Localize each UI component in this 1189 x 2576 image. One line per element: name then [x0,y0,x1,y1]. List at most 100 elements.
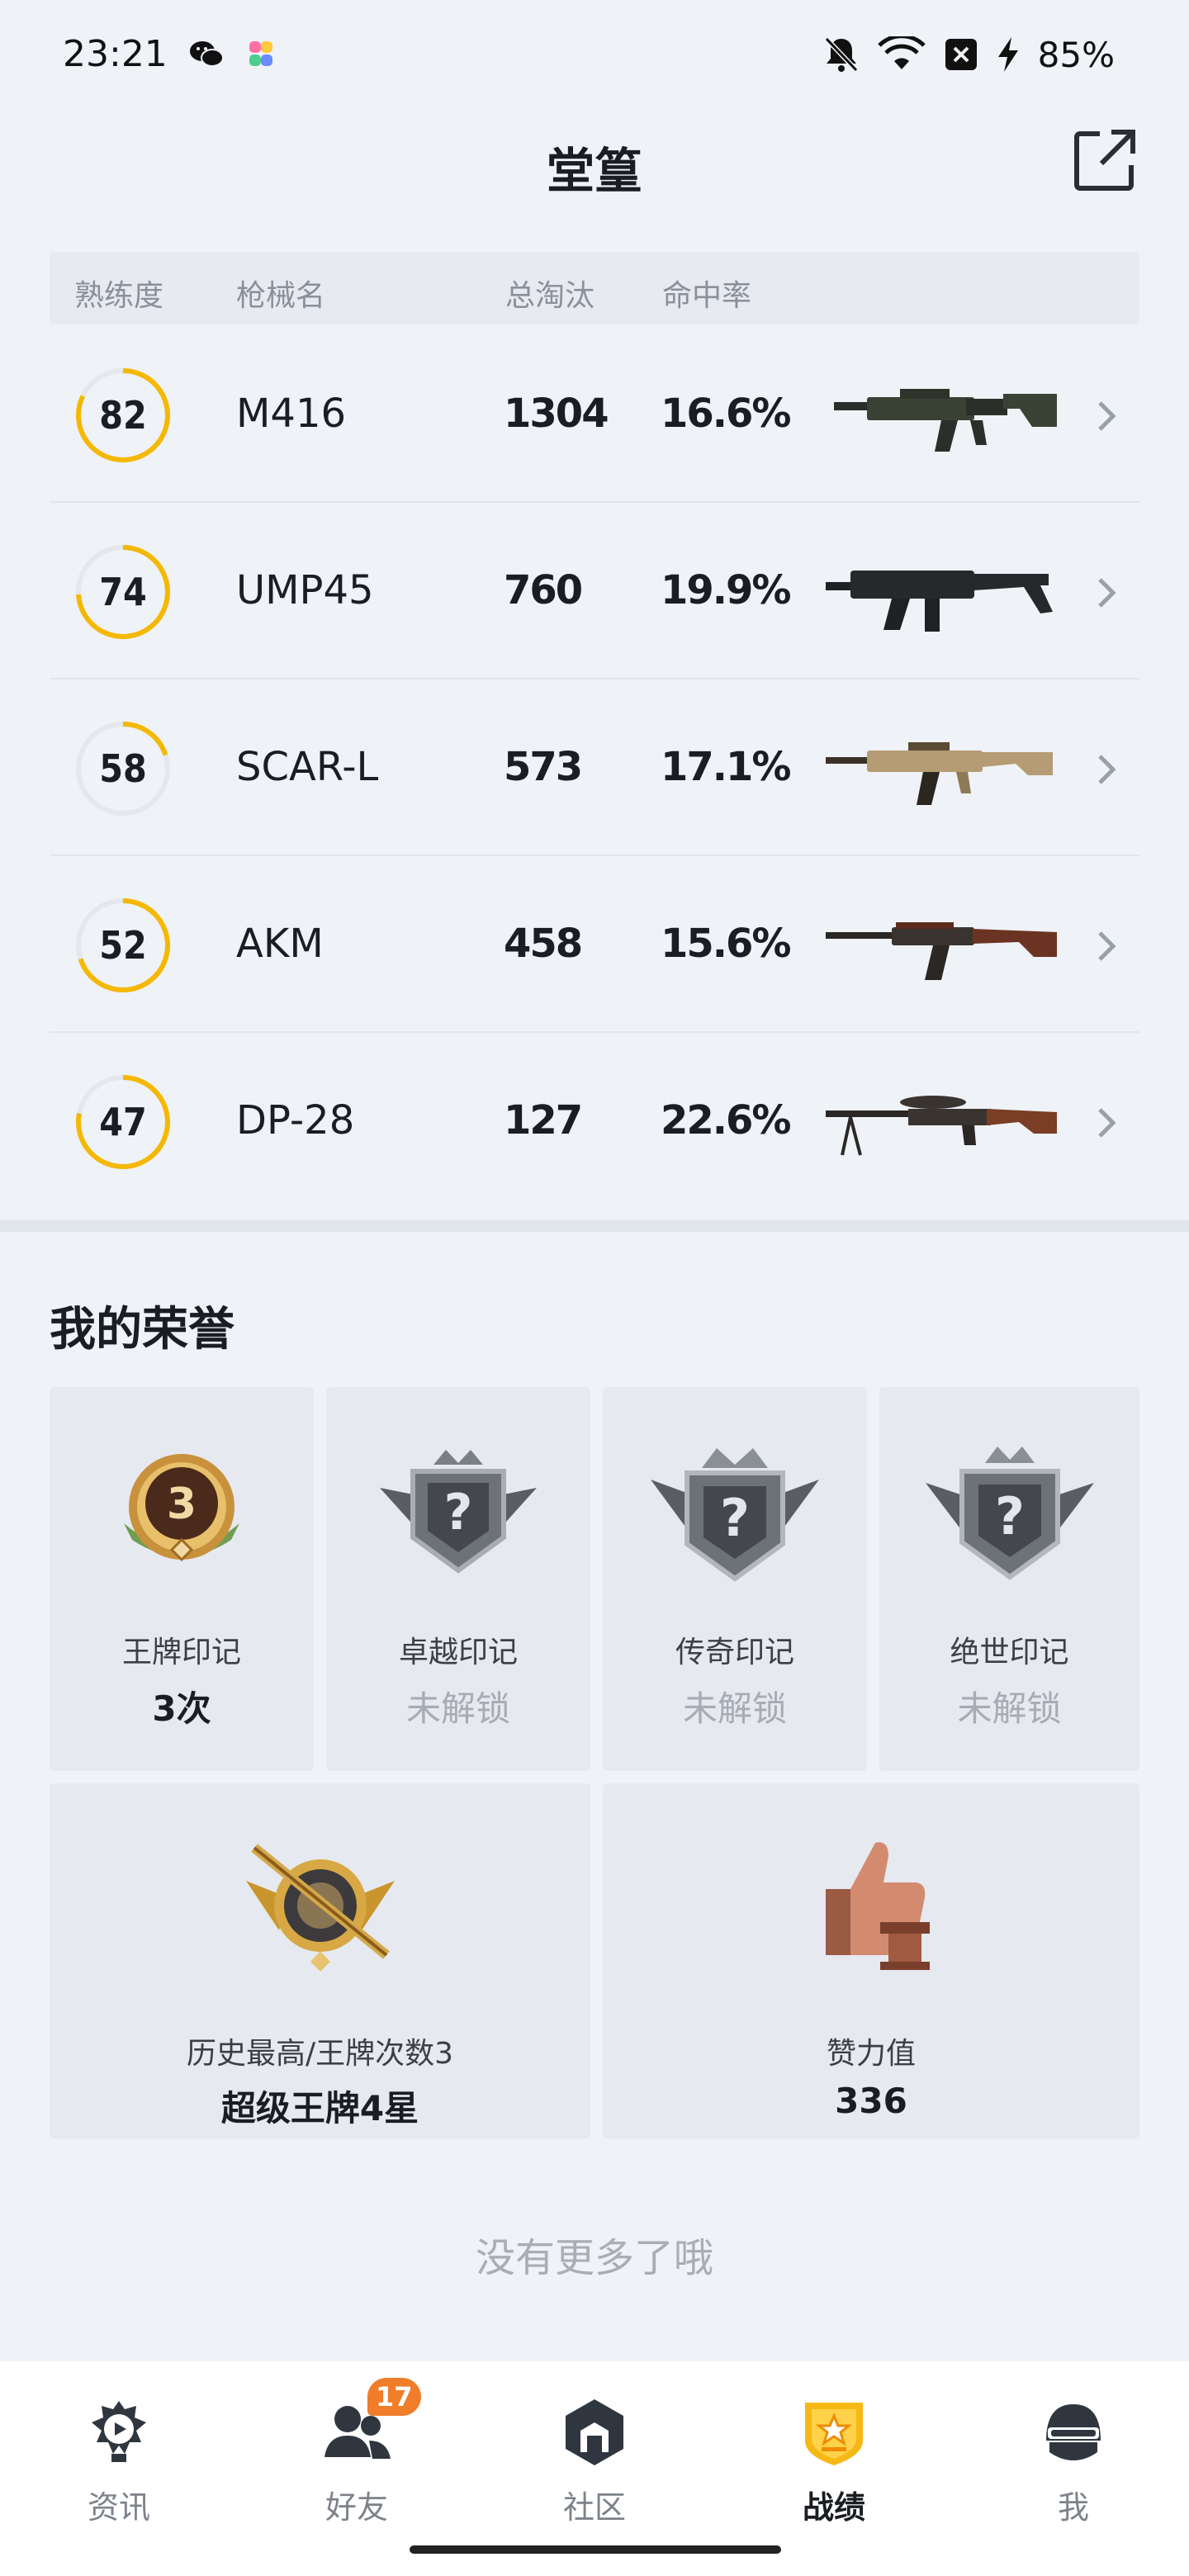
likes-card[interactable]: 赞力值 336 [603,1783,1139,2138]
weapon-hit-rate: 17.1% [661,744,792,790]
weapon-hit-rate: 19.9% [661,567,792,613]
dp28-lmg-image [826,1096,1057,1156]
wechat-icon [190,41,224,67]
highest-rank-card[interactable]: 历史最高/王牌次数3 超级王牌4星 [50,1783,590,2138]
honor-name: 赞力值 [826,2037,916,2071]
mastery-value: 58 [99,746,147,791]
honor-value: 336 [835,2081,907,2121]
stats-badge-icon [805,2403,863,2465]
honor-name: 传奇印记 [675,1636,794,1669]
weapon-kills: 127 [504,1097,583,1144]
status-time: 23:21 [63,33,168,75]
ace-mark-card[interactable]: 3 王牌印记 3次 [50,1387,314,1771]
tab-stats[interactable]: 战绩 [751,2378,917,2526]
weapon-list: 82 M416 1304 16.6% 74 UMP45 760 19.9% 58… [50,326,1139,1210]
legend-mark-card[interactable]: ? 传奇印记 未解锁 [603,1387,867,1771]
weapon-name: M416 [236,391,347,437]
weapon-row[interactable]: 74 UMP45 760 19.9% [50,503,1139,680]
weapon-row[interactable]: 82 M416 1304 16.6% [50,326,1139,503]
weapon-name: AKM [236,921,324,967]
column-total-kills: 总淘汰 [505,279,595,313]
svg-text:?: ? [720,1488,750,1548]
weapon-hit-rate: 16.6% [661,391,792,437]
honor-name: 卓越印记 [398,1636,518,1669]
tab-label: 社区 [562,2489,626,2526]
mastery-value: 74 [99,570,147,614]
weapon-row[interactable]: 47 DP-28 127 22.6% [50,1033,1139,1210]
page-title: 堂篁 [546,143,642,199]
share-external-icon[interactable] [1070,125,1139,195]
news-icon [92,2401,146,2462]
tab-label: 好友 [324,2489,388,2526]
mastery-value: 47 [99,1100,147,1144]
peerless-mark-card[interactable]: ? 绝世印记 未解锁 [879,1387,1139,1771]
tab-label: 资讯 [87,2489,150,2526]
honor-value: 未解锁 [957,1688,1062,1729]
status-icons: 85% [823,31,1115,78]
column-hit-rate: 命中率 [662,279,752,313]
sim-icon [945,39,977,70]
community-icon [566,2399,623,2465]
honor-name: 绝世印记 [950,1636,1069,1669]
battery-percent: 85% [1037,34,1115,75]
no-more-text: 没有更多了哦 [475,2235,713,2281]
header: 堂篁 [0,107,1189,215]
m416-rifle-image [834,389,1057,452]
honor-value: 3次 [152,1688,211,1729]
tab-label: 战绩 [802,2489,865,2526]
status-bar: 23:21 85% [0,0,1189,107]
excellence-mark-badge-icon: ? [380,1450,537,1574]
home-indicator[interactable] [410,2545,781,2554]
wifi-icon [877,36,926,69]
weapon-name: DP-28 [236,1097,355,1144]
chevron-right-icon [1098,1108,1116,1138]
honor-value: 未解锁 [405,1688,510,1729]
friends-badge: 17 [367,2378,421,2416]
weapon-row[interactable]: 58 SCAR-L 573 17.1% [50,680,1139,856]
weapon-kills: 760 [504,567,583,613]
akm-rifle-image [826,922,1057,980]
peerless-mark-badge-icon: ? [925,1447,1094,1580]
excellence-mark-card[interactable]: ? 卓越印记 未解锁 [326,1387,590,1771]
mastery-value: 82 [99,393,147,438]
weapon-kills: 458 [504,921,583,967]
tab-label: 我 [1057,2489,1089,2526]
chevron-right-icon [1098,401,1116,431]
bottom-tab-bar: 资讯 17 好友 社区 战绩 我 [0,2361,1189,2576]
weapon-name: SCAR-L [236,744,379,790]
legend-mark-badge-icon: ? [651,1448,819,1582]
weapon-kills: 573 [504,744,583,790]
weapon-kills: 1304 [504,391,609,437]
weapon-row[interactable]: 52 AKM 458 15.6% [50,856,1139,1033]
weapon-hit-rate: 22.6% [661,1097,792,1144]
honors-title: 我的荣誉 [50,1303,234,1357]
chevron-right-icon [1098,931,1116,961]
column-mastery: 熟练度 [74,279,164,313]
charging-icon [997,37,1018,72]
column-weapon-name: 枪械名 [236,279,326,313]
chevron-right-icon [1098,578,1116,608]
weapon-table-header: 熟练度 枪械名 总淘汰 命中率 [50,252,1139,324]
svg-text:?: ? [995,1486,1025,1546]
tab-me[interactable]: 我 [991,2378,1156,2526]
ace-mark-badge-icon: 3 [124,1454,239,1562]
thumbs-up-trophy-icon [826,1842,930,1970]
ump45-smg-image [826,571,1053,632]
honor-name: 王牌印记 [121,1636,241,1669]
tab-community[interactable]: 社区 [512,2378,677,2526]
weapon-name: UMP45 [236,567,374,613]
section-divider [0,1220,1189,1232]
mastery-value: 52 [99,923,147,968]
helmet-profile-icon [1046,2404,1101,2460]
scar-l-rifle-image [826,742,1053,805]
mute-icon [824,36,858,73]
ace-mark-number: 3 [167,1480,197,1529]
honor-value: 超级王牌4星 [220,2088,419,2129]
tab-news[interactable]: 资讯 [36,2378,201,2526]
tab-friends[interactable]: 17 好友 [274,2378,439,2526]
app-icon [249,41,272,66]
honor-name: 历史最高/王牌次数3 [186,2037,454,2071]
super-ace-badge-icon [245,1844,395,1972]
svg-text:?: ? [444,1484,473,1541]
chevron-right-icon [1098,755,1116,784]
